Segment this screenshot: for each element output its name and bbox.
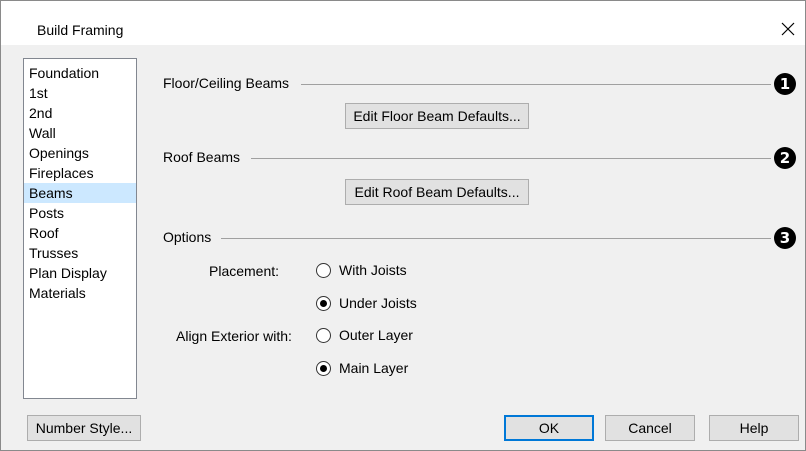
category-item-plan-display[interactable]: Plan Display	[24, 263, 136, 283]
radio-with-joists-circle[interactable]	[316, 262, 331, 278]
category-item-beams[interactable]: Beams	[24, 183, 136, 203]
category-item-fireplaces[interactable]: Fireplaces	[24, 163, 136, 183]
category-item-trusses[interactable]: Trusses	[24, 243, 136, 263]
options-group-label: Options	[163, 229, 218, 245]
radio-main-layer-label: Main Layer	[339, 360, 409, 376]
edit-floor-beam-defaults-button[interactable]: Edit Floor Beam Defaults...	[345, 103, 529, 129]
floor-ceiling-group-label: Floor/Ceiling Beams	[163, 75, 296, 91]
radio-under-joists[interactable]: Under Joists	[316, 295, 417, 311]
category-item-2nd[interactable]: 2nd	[24, 103, 136, 123]
help-button[interactable]: Help	[709, 415, 799, 441]
close-button[interactable]	[775, 17, 801, 41]
floor-ceiling-group-line	[301, 84, 771, 85]
callout-3-icon: 3	[774, 227, 796, 249]
radio-with-joists-label: With Joists	[339, 262, 407, 278]
category-item-posts[interactable]: Posts	[24, 203, 136, 223]
roof-group-line	[251, 158, 771, 159]
radio-outer-layer-label: Outer Layer	[339, 327, 413, 343]
radio-main-layer-circle[interactable]	[316, 360, 331, 376]
align-exterior-label: Align Exterior with:	[176, 328, 292, 344]
ok-button[interactable]: OK	[504, 415, 594, 441]
radio-outer-layer[interactable]: Outer Layer	[316, 327, 413, 343]
category-item-openings[interactable]: Openings	[24, 143, 136, 163]
options-group-line	[221, 238, 771, 239]
radio-under-joists-label: Under Joists	[339, 295, 417, 311]
category-list[interactable]: Foundation 1st 2nd Wall Openings Firepla…	[23, 58, 137, 399]
category-item-roof[interactable]: Roof	[24, 223, 136, 243]
window-title: Build Framing	[37, 22, 124, 38]
category-item-foundation[interactable]: Foundation	[24, 63, 136, 83]
title-bar: Build Framing	[1, 1, 805, 45]
callout-1-icon: 1	[774, 73, 796, 95]
radio-with-joists[interactable]: With Joists	[316, 262, 407, 278]
radio-main-layer[interactable]: Main Layer	[316, 360, 408, 376]
radio-outer-layer-circle[interactable]	[316, 327, 331, 343]
roof-group-label: Roof Beams	[163, 149, 247, 165]
radio-under-joists-circle[interactable]	[316, 295, 331, 311]
close-icon	[781, 22, 795, 36]
callout-2-icon: 2	[774, 147, 796, 169]
build-framing-dialog: Build Framing Foundation 1st 2nd Wall Op…	[0, 0, 806, 451]
edit-roof-beam-defaults-button[interactable]: Edit Roof Beam Defaults...	[345, 179, 529, 205]
category-item-wall[interactable]: Wall	[24, 123, 136, 143]
placement-label: Placement:	[209, 263, 280, 279]
category-item-1st[interactable]: 1st	[24, 83, 136, 103]
category-item-materials[interactable]: Materials	[24, 283, 136, 303]
number-style-button[interactable]: Number Style...	[27, 415, 141, 441]
cancel-button[interactable]: Cancel	[605, 415, 695, 441]
